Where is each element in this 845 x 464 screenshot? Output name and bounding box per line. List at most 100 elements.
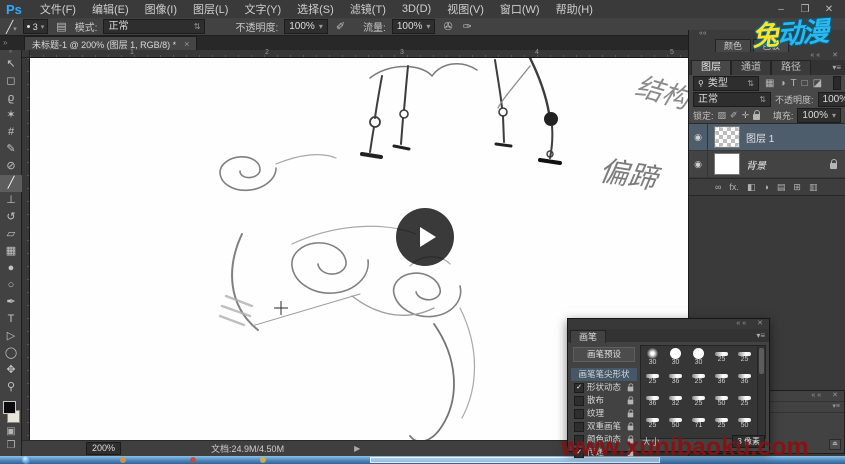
pressure-opacity-icon[interactable]: ✐ [334, 20, 347, 33]
airbrush-icon[interactable]: ✇ [441, 20, 454, 33]
blend-mode-select[interactable]: 正常 ⇅ [103, 19, 205, 34]
screen-mode-icon[interactable]: ❐ [0, 439, 22, 453]
visibility-eye-icon[interactable]: ◉ [689, 151, 708, 177]
link-layers-icon[interactable]: ∞ [715, 182, 721, 192]
brush-preset-cell[interactable]: 30 [664, 346, 687, 368]
layer-fill-field[interactable]: 100% ▾ [797, 108, 841, 123]
close-panel-icon[interactable]: ✕ [757, 320, 765, 327]
brush-preset-cell[interactable]: 25 [733, 390, 756, 412]
taskbar-icon[interactable] [190, 457, 196, 463]
document-tab[interactable]: 未标题-1 @ 200% (图层 1, RGB/8) * × [24, 36, 197, 51]
menu-edit[interactable]: 编辑(E) [84, 1, 137, 17]
brush-preset-cell[interactable]: 50 [733, 412, 756, 434]
brush-preset-picker[interactable]: 3 ▾ [23, 19, 49, 34]
brush-tool[interactable]: ╱ [0, 175, 22, 192]
zoom-level-field[interactable]: 200% [86, 442, 121, 455]
path-selection-tool[interactable]: ▷ [0, 328, 22, 345]
history-brush-tool[interactable]: ↺ [0, 209, 22, 226]
layer-row-layer1[interactable]: ◉ 图层 1 [689, 124, 845, 151]
new-layer-icon[interactable]: ⊞ [793, 182, 801, 193]
lock-transparency-icon[interactable]: ▨ [718, 110, 727, 121]
vertical-ruler[interactable] [22, 58, 30, 440]
brush-preset-cell[interactable]: 30 [687, 346, 710, 368]
dodge-tool[interactable]: ○ [0, 277, 22, 294]
quick-mask-icon[interactable]: ▣ [0, 425, 22, 439]
tab-color[interactable]: 颜色 [715, 39, 751, 52]
close-tab-icon[interactable]: × [184, 39, 189, 49]
video-play-button[interactable] [396, 208, 454, 266]
crop-tool[interactable]: # [0, 124, 22, 141]
filter-toggle[interactable] [833, 76, 841, 90]
toggle-brush-panel-icon[interactable]: ▤ [54, 20, 68, 33]
brush-preset-cell[interactable]: 36 [733, 368, 756, 390]
lasso-tool[interactable]: ϱ [0, 90, 22, 107]
clone-stamp-tool[interactable]: ⊥ [0, 192, 22, 209]
layer-mask-icon[interactable]: ◧ [747, 182, 756, 193]
taskbar-icon[interactable] [260, 457, 266, 463]
eraser-tool[interactable]: ▱ [0, 226, 22, 243]
checkbox[interactable] [574, 409, 584, 419]
tab-channels[interactable]: 通道 [731, 60, 771, 75]
menu-image[interactable]: 图像(I) [137, 1, 185, 17]
opacity-field[interactable]: 100% ▾ [284, 19, 328, 34]
tab-paths[interactable]: 路径 [771, 60, 811, 75]
eyedropper-tool[interactable]: ✎ [0, 141, 22, 158]
ellipse-tool[interactable]: ◯ [0, 345, 22, 362]
start-orb-icon[interactable] [22, 456, 31, 464]
close-panel-icon[interactable]: ✕ [832, 392, 840, 399]
menu-help[interactable]: 帮助(H) [548, 1, 601, 17]
brush-preset-cell[interactable]: 25 [687, 368, 710, 390]
lock-icon[interactable] [628, 426, 634, 431]
adjustment-layer-icon[interactable]: ◑ [763, 182, 768, 192]
lock-icon[interactable] [628, 387, 634, 392]
blend-mode-select-panel[interactable]: 正常 ⇅ [693, 92, 771, 107]
menu-select[interactable]: 选择(S) [289, 1, 342, 17]
brush-preset-cell[interactable]: 25 [733, 346, 756, 368]
collapse-panels-icon[interactable]: «« [736, 320, 748, 327]
horizontal-ruler[interactable]: 1 2 3 4 5 [30, 50, 688, 58]
double-chevron-icon[interactable]: » [3, 38, 7, 47]
type-tool[interactable]: T [0, 311, 22, 328]
lock-icon[interactable] [628, 413, 634, 418]
filter-smart-objects-icon[interactable]: ◪ [813, 78, 822, 89]
status-flyout-icon[interactable]: ▶ [354, 444, 360, 453]
brush-preset-cell[interactable]: 25 [687, 390, 710, 412]
brush-option-2[interactable]: 纹理 [571, 407, 637, 420]
panel-menu-icon[interactable]: ▾≡ [832, 63, 841, 72]
panel-resize-box[interactable]: ⏏ [829, 439, 841, 450]
menu-type[interactable]: 文字(Y) [236, 1, 289, 17]
layer-filter-select[interactable]: ⚲ 类型 ⇅ [693, 76, 759, 91]
collapse-panels-icon[interactable]: «« [699, 30, 707, 37]
zoom-tool[interactable]: ⚲ [0, 379, 22, 396]
brush-preset-cell[interactable]: 30 [641, 346, 664, 368]
filter-adjustment-layers-icon[interactable]: ◑ [779, 78, 785, 89]
healing-brush-tool[interactable]: ⊘ [0, 158, 22, 175]
pen-tool[interactable]: ✒ [0, 294, 22, 311]
brush-option-0[interactable]: ✓形状动态 [571, 381, 637, 394]
menu-view[interactable]: 视图(V) [439, 1, 492, 17]
close-panel-icon[interactable]: ✕ [832, 52, 840, 59]
layer-opacity-field[interactable]: 100% ▾ [818, 92, 845, 107]
flow-field[interactable]: 100% ▾ [392, 19, 436, 34]
brush-preset-cell[interactable]: 50 [664, 412, 687, 434]
rectangular-marquee-tool[interactable]: ◻ [0, 73, 22, 90]
collapse-panels-icon[interactable]: «« [810, 52, 822, 59]
layer-row-background[interactable]: ◉ 背景 [689, 151, 845, 178]
checkbox[interactable] [574, 396, 584, 406]
layer-thumbnail[interactable] [714, 153, 740, 175]
layer-thumbnail[interactable] [714, 126, 740, 148]
lock-all-icon[interactable] [753, 114, 760, 120]
gradient-tool[interactable]: ▦ [0, 243, 22, 260]
layer-group-icon[interactable]: ▤ [777, 182, 786, 193]
menu-3d[interactable]: 3D(D) [394, 3, 439, 15]
brush-tool-preset-icon[interactable]: ╱▾ [6, 20, 17, 34]
brush-preset-cell[interactable]: 25 [710, 412, 733, 434]
visibility-eye-icon[interactable]: ◉ [689, 124, 708, 150]
collapse-panels-icon[interactable]: «« [811, 392, 823, 399]
taskbar-icon[interactable] [120, 457, 126, 463]
panel-menu-icon[interactable]: ▾≡ [756, 331, 765, 340]
move-tool[interactable]: ↖ [0, 56, 22, 73]
brush-option-3[interactable]: 双重画笔 [571, 420, 637, 433]
filter-pixel-layers-icon[interactable]: ▦ [765, 78, 774, 89]
brush-preset-cell[interactable]: 25 [641, 368, 664, 390]
